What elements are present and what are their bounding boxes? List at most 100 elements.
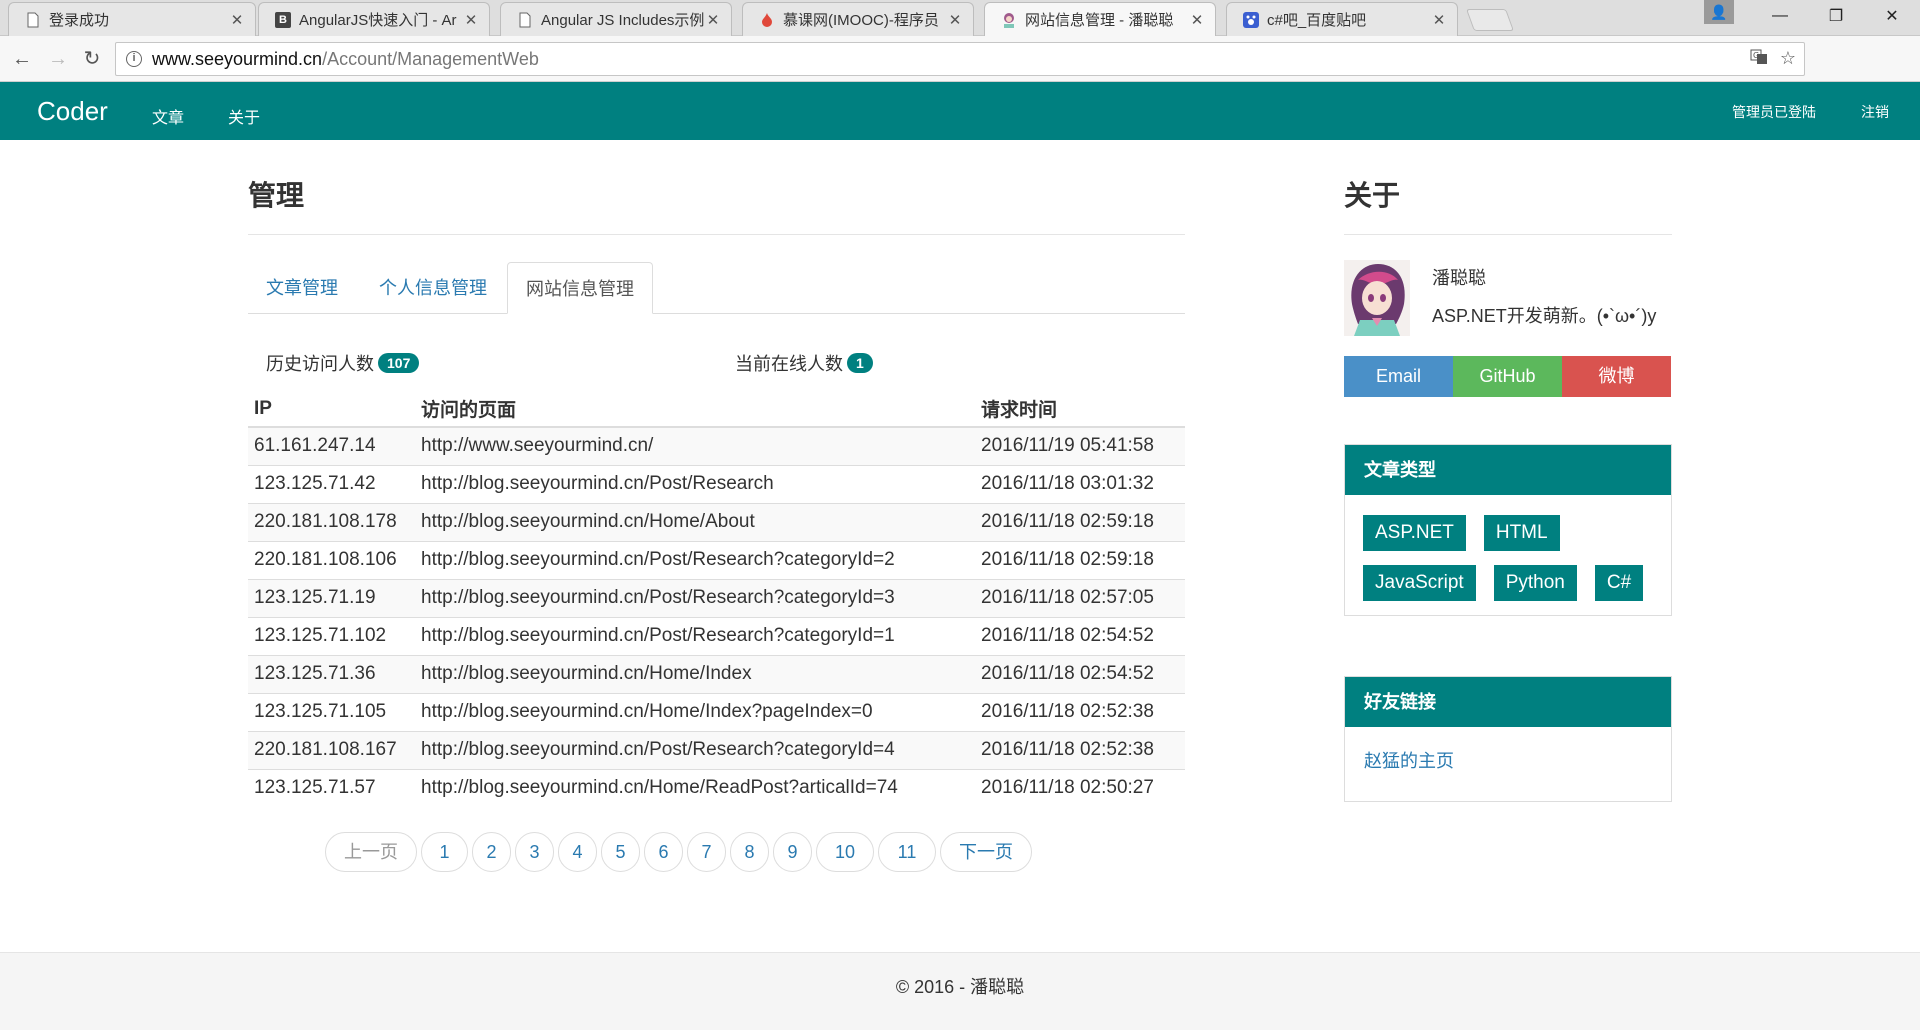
category-html[interactable]: HTML bbox=[1483, 515, 1560, 551]
admin-logged-in-link[interactable]: 管理员已登陆 bbox=[1732, 102, 1816, 122]
browser-tab-6[interactable]: c#吧_百度贴吧 ✕ bbox=[1226, 2, 1458, 36]
cell-page: http://blog.seeyourmind.cn/Post/Research… bbox=[415, 616, 975, 655]
friends-panel: 好友链接 赵猛的主页 bbox=[1344, 676, 1672, 802]
url-input[interactable]: i www.seeyourmind.cn/Account/ManagementW… bbox=[115, 42, 1805, 76]
close-tab-icon[interactable]: ✕ bbox=[705, 11, 721, 29]
cell-page: http://blog.seeyourmind.cn/Home/Index?pa… bbox=[415, 692, 975, 731]
title-divider bbox=[248, 234, 1185, 235]
social-buttons: Email GitHub 微博 bbox=[1344, 356, 1671, 397]
cell-time: 2016/11/18 02:59:18 bbox=[975, 540, 1185, 579]
translate-icon[interactable]: G bbox=[1750, 48, 1768, 71]
page-11-button[interactable]: 11 bbox=[878, 832, 936, 872]
friend-link[interactable]: 赵猛的主页 bbox=[1345, 727, 1671, 801]
browser-tab-5-active[interactable]: 网站信息管理 - 潘聪聪 ✕ bbox=[984, 2, 1216, 36]
history-visits-label: 历史访问人数 bbox=[266, 354, 374, 374]
forward-icon[interactable]: → bbox=[44, 45, 72, 73]
cell-time: 2016/11/18 02:59:18 bbox=[975, 502, 1185, 541]
table-row: 220.181.108.106 http://blog.seeyourmind.c… bbox=[248, 540, 1185, 579]
cell-ip: 123.125.71.105 bbox=[248, 692, 415, 731]
cell-time: 2016/11/19 05:41:58 bbox=[975, 426, 1185, 465]
author-name: 潘聪聪 bbox=[1432, 268, 1486, 288]
tab-title: c#吧_百度贴吧 bbox=[1267, 12, 1367, 29]
category-aspnet[interactable]: ASP.NET bbox=[1363, 515, 1466, 551]
author-motto: ASP.NET开发萌新。(•`ω•´)y bbox=[1432, 306, 1657, 326]
page-8-button[interactable]: 8 bbox=[730, 832, 769, 872]
online-users-stat: 当前在线人数 1 bbox=[735, 350, 873, 376]
browser-tab-4[interactable]: 慕课网(IMOOC)-程序员 ✕ bbox=[742, 2, 974, 36]
browser-tab-1[interactable]: 登录成功 ✕ bbox=[8, 2, 256, 36]
nav-link-articles[interactable]: 文章 bbox=[152, 104, 184, 128]
prev-page-button[interactable]: 上一页 bbox=[325, 832, 417, 872]
page-7-button[interactable]: 7 bbox=[687, 832, 726, 872]
window-controls: — ❐ ✕ bbox=[1752, 0, 1920, 32]
page-4-button[interactable]: 4 bbox=[558, 832, 597, 872]
page-6-button[interactable]: 6 bbox=[644, 832, 683, 872]
page-5-button[interactable]: 5 bbox=[601, 832, 640, 872]
restore-icon[interactable]: ❐ bbox=[1808, 6, 1864, 26]
next-page-button[interactable]: 下一页 bbox=[940, 832, 1032, 872]
category-javascript[interactable]: JavaScript bbox=[1363, 565, 1476, 601]
pagination: 上一页 1 2 3 4 5 6 7 8 9 10 11 下一页 bbox=[325, 832, 1032, 872]
categories-panel: 文章类型 ASP.NET HTML JavaScript Python C# bbox=[1344, 444, 1672, 616]
cell-time: 2016/11/18 02:50:27 bbox=[975, 768, 1185, 807]
info-icon[interactable]: i bbox=[126, 51, 142, 67]
category-csharp[interactable]: C# bbox=[1594, 565, 1644, 601]
logout-link[interactable]: 注销 bbox=[1861, 102, 1889, 122]
address-bar-row: ← → ↻ i www.seeyourmind.cn/Account/Manag… bbox=[0, 36, 1920, 106]
url-path: /Account/ManagementWeb bbox=[322, 48, 539, 69]
back-icon[interactable]: ← bbox=[8, 45, 36, 73]
tab-title: 慕课网(IMOOC)-程序员 bbox=[783, 12, 939, 29]
github-button[interactable]: GitHub bbox=[1453, 356, 1562, 397]
email-button[interactable]: Email bbox=[1344, 356, 1453, 397]
reload-icon[interactable]: ↻ bbox=[78, 45, 106, 73]
browser-tab-3[interactable]: Angular JS Includes示例 ✕ bbox=[500, 2, 732, 36]
bookmark-star-icon[interactable]: ☆ bbox=[1780, 48, 1796, 71]
page-3-button[interactable]: 3 bbox=[515, 832, 554, 872]
close-window-icon[interactable]: ✕ bbox=[1864, 6, 1920, 26]
history-visits-badge: 107 bbox=[378, 353, 420, 373]
table-row: 220.181.108.167 http://blog.seeyourmind.c… bbox=[248, 730, 1185, 769]
column-header-ip: IP bbox=[248, 391, 415, 428]
close-tab-icon[interactable]: ✕ bbox=[947, 11, 963, 29]
table-row: 123.125.71.42 http://blog.seeyourmind.cn/… bbox=[248, 464, 1185, 503]
cell-ip: 220.181.108.167 bbox=[248, 730, 415, 769]
flame-icon bbox=[759, 12, 775, 28]
tab-personal-info[interactable]: 个人信息管理 bbox=[361, 262, 505, 314]
close-tab-icon[interactable]: ✕ bbox=[1431, 11, 1447, 29]
online-users-label: 当前在线人数 bbox=[735, 354, 843, 374]
cell-page: http://blog.seeyourmind.cn/Post/Research… bbox=[415, 578, 975, 617]
table-header-row: IP 访问的页面 请求时间 bbox=[248, 391, 1185, 428]
tab-site-info[interactable]: 网站信息管理 bbox=[507, 262, 653, 314]
weibo-button[interactable]: 微博 bbox=[1562, 356, 1671, 397]
url-host: www.seeyourmind.cn bbox=[152, 48, 323, 69]
tab-article-management[interactable]: 文章管理 bbox=[248, 262, 356, 314]
table-row: 123.125.71.105 http://blog.seeyourmind.cn… bbox=[248, 692, 1185, 731]
page-1-button[interactable]: 1 bbox=[421, 832, 468, 872]
brand-logo[interactable]: Coder bbox=[37, 96, 108, 127]
sidebar-title: 关于 bbox=[1344, 179, 1401, 212]
author-avatar bbox=[1344, 260, 1410, 336]
minimize-icon[interactable]: — bbox=[1752, 7, 1808, 25]
close-tab-icon[interactable]: ✕ bbox=[229, 11, 245, 29]
sidebar-divider bbox=[1344, 234, 1672, 235]
page-9-button[interactable]: 9 bbox=[773, 832, 812, 872]
table-row: 123.125.71.57 http://blog.seeyourmind.cn/… bbox=[248, 768, 1185, 807]
cell-page: http://blog.seeyourmind.cn/Post/Research bbox=[415, 464, 975, 503]
category-python[interactable]: Python bbox=[1493, 565, 1577, 601]
browser-tab-2[interactable]: B AngularJS快速入门 - Ar ✕ bbox=[258, 2, 490, 36]
page-10-button[interactable]: 10 bbox=[816, 832, 874, 872]
new-tab-button[interactable] bbox=[1465, 9, 1515, 31]
categories-panel-title: 文章类型 bbox=[1345, 445, 1671, 495]
page-2-button[interactable]: 2 bbox=[472, 832, 511, 872]
online-users-badge: 1 bbox=[847, 353, 873, 373]
table-row: 123.125.71.19 http://blog.seeyourmind.cn/… bbox=[248, 578, 1185, 617]
cell-ip: 123.125.71.42 bbox=[248, 464, 415, 503]
nav-link-about[interactable]: 关于 bbox=[228, 104, 260, 128]
close-tab-icon[interactable]: ✕ bbox=[1189, 11, 1205, 29]
table-row: 123.125.71.102 http://blog.seeyourmind.cn… bbox=[248, 616, 1185, 655]
profile-icon[interactable]: 👤 bbox=[1704, 0, 1734, 24]
tab-title: 登录成功 bbox=[49, 12, 110, 29]
history-visits-stat: 历史访问人数 107 bbox=[266, 350, 420, 376]
tab-title: Angular JS Includes示例 bbox=[541, 12, 705, 29]
close-tab-icon[interactable]: ✕ bbox=[463, 11, 479, 29]
